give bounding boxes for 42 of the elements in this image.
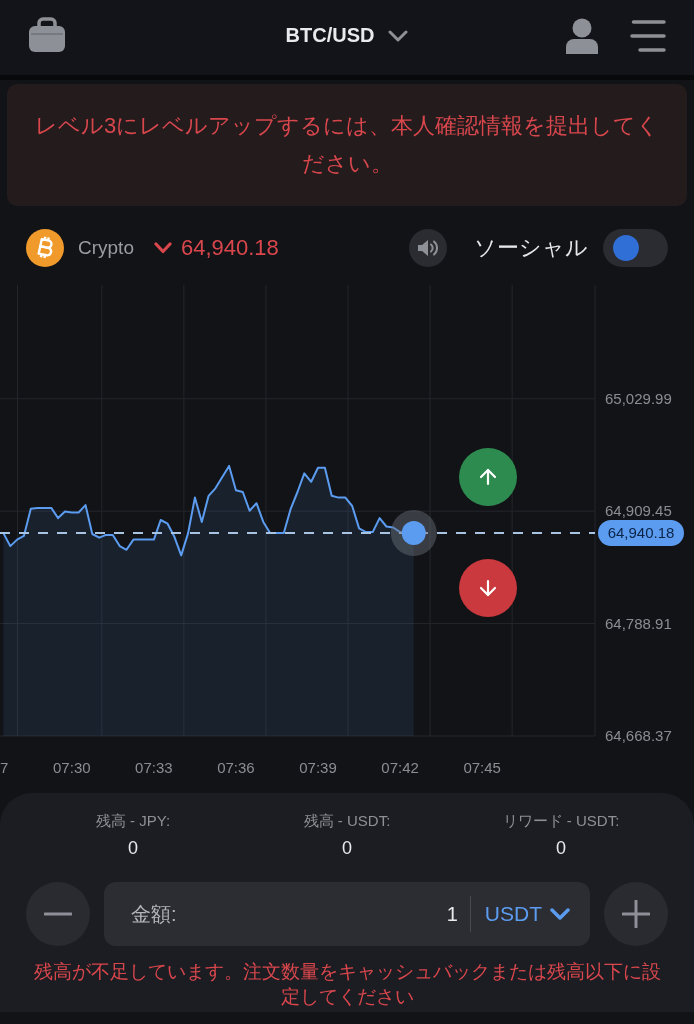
plus-icon [622,900,650,928]
axis-label: 07:30 [53,759,91,776]
chevron-down-icon [550,908,570,920]
chevron-down-icon [388,29,409,42]
currency-selector[interactable]: USDT [470,902,570,926]
axis-label: 07:45 [463,759,501,776]
axis-label: 07:39 [299,759,337,776]
balance-label: 残高 - JPY: [95,811,171,831]
amount-field[interactable]: 金額: 1 USDT [104,882,590,946]
briefcase-icon[interactable] [28,14,66,53]
sound-button[interactable] [409,228,447,267]
social-label: ソーシャル [474,233,588,262]
up-button[interactable] [459,448,517,506]
axis-label: 07:42 [381,759,419,776]
balance-value: 0 [128,837,138,860]
speaker-icon [417,238,439,257]
axis-label: 07:33 [135,759,173,776]
amount-input[interactable]: 1 [176,899,458,929]
bitcoin-icon [26,228,64,267]
down-button[interactable] [459,559,517,617]
balance-value: 0 [556,837,566,860]
minus-icon [44,912,72,916]
social-toggle[interactable] [603,228,668,267]
menu-icon[interactable] [630,18,666,53]
price-value: 64,940.18 [180,234,279,261]
price-tag: 64,940.18 [598,520,684,547]
price-marker-icon [390,510,437,557]
balance-value: 0 [342,837,352,860]
balance-label: 残高 - USDT: [303,811,391,831]
pair-selector[interactable]: BTC/USD [285,20,409,51]
market-label: Crypto [78,236,134,259]
user-icon[interactable] [566,17,598,54]
axis-label: 07:36 [217,759,255,776]
axis-label: 7 [0,759,9,776]
amount-label: 金額: [131,901,177,927]
balance-label: リワード - USDT: [502,811,620,831]
notice-text: レベル3にレベルアップするには、本人確認情報を提出してください。 [33,112,661,178]
axis-label: 64,668.37 [605,727,672,744]
axis-label: 64,909.45 [605,502,672,520]
axis-label: 65,029.99 [605,389,672,407]
error-message: 残高が不足しています。注文数量をキャッシュバックまたは残高以下に設定してください [32,960,662,1009]
axis-label: 64,788.91 [605,614,672,632]
